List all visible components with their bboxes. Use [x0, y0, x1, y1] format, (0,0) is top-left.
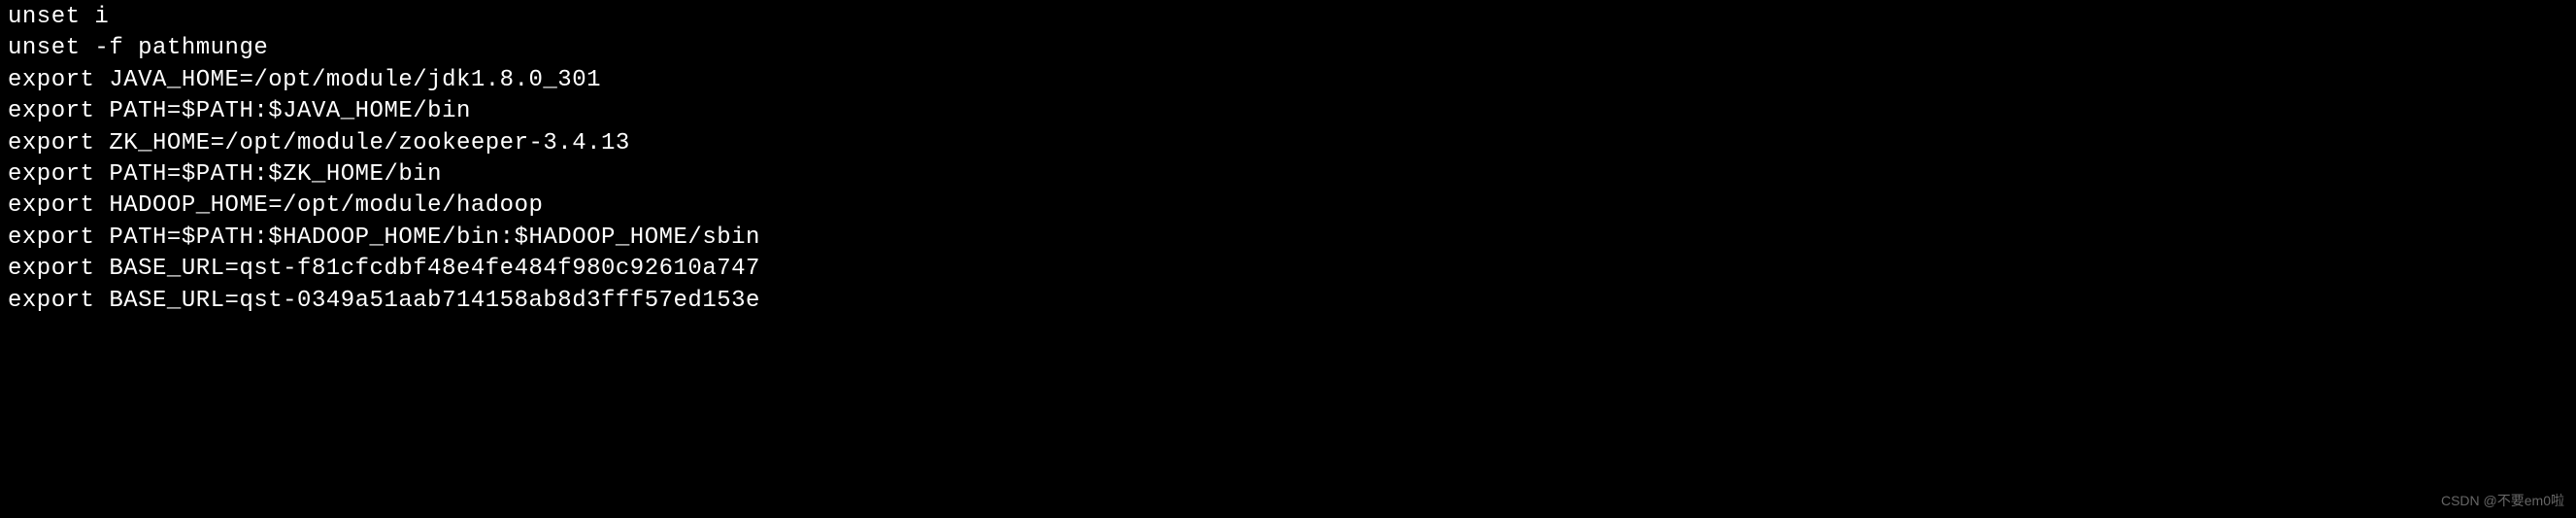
terminal-line: export JAVA_HOME=/opt/module/jdk1.8.0_30…	[8, 65, 2568, 96]
terminal-line: unset -f pathmunge	[8, 33, 2568, 64]
watermark-text: CSDN @不要em0啦	[2441, 492, 2564, 510]
terminal-line: export BASE_URL=qst-0349a51aab714158ab8d…	[8, 286, 2568, 317]
terminal-line: export PATH=$PATH:$ZK_HOME/bin	[8, 159, 2568, 190]
terminal-output: unset i unset -f pathmunge export JAVA_H…	[8, 2, 2568, 317]
terminal-line: export PATH=$PATH:$HADOOP_HOME/bin:$HADO…	[8, 223, 2568, 254]
terminal-line: export PATH=$PATH:$JAVA_HOME/bin	[8, 96, 2568, 127]
terminal-line: export ZK_HOME=/opt/module/zookeeper-3.4…	[8, 128, 2568, 159]
terminal-line: unset i	[8, 2, 2568, 33]
terminal-line: export BASE_URL=qst-f81cfcdbf48e4fe484f9…	[8, 254, 2568, 285]
terminal-line: export HADOOP_HOME=/opt/module/hadoop	[8, 190, 2568, 222]
